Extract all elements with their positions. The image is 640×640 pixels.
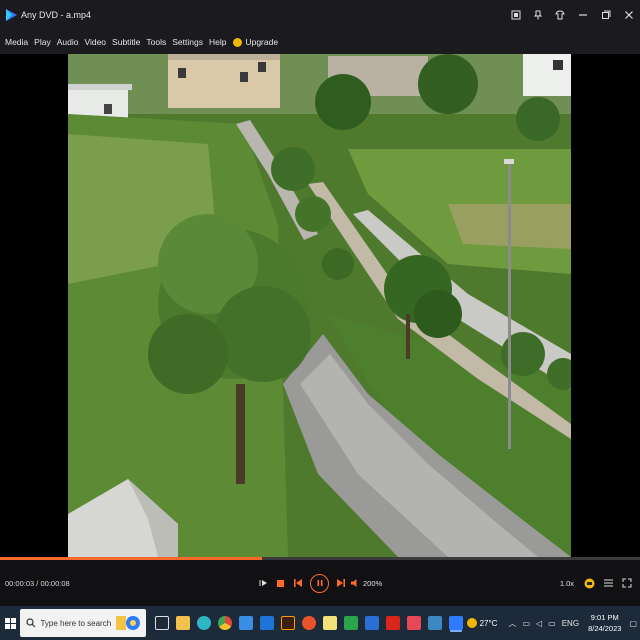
weather-widget[interactable]: 27°C xyxy=(466,618,498,628)
title-bar: Any DVD - a.mp4 xyxy=(0,0,640,30)
stop-icon[interactable] xyxy=(276,573,285,593)
clock[interactable]: 9:01 PM 8/24/2023 xyxy=(588,612,621,634)
upgrade-icon xyxy=(233,37,243,47)
chrome-icon[interactable] xyxy=(218,616,233,630)
frame-step-icon[interactable] xyxy=(258,573,268,593)
menu-tools[interactable]: Tools xyxy=(143,37,169,47)
current-time: 00:00:03 xyxy=(5,578,35,588)
menu-bar: Media Play Audio Video Subtitle Tools Se… xyxy=(0,30,640,54)
pin-icon[interactable] xyxy=(527,0,549,30)
playback-speed[interactable]: 1.0x xyxy=(560,579,574,588)
language-indicator[interactable]: ENG xyxy=(562,619,579,628)
upgrade-button[interactable]: Upgrade xyxy=(229,37,281,47)
file-explorer-icon[interactable] xyxy=(176,616,191,630)
maximize-icon[interactable] xyxy=(594,0,617,30)
taskbar-search[interactable]: Type here to search xyxy=(20,609,146,637)
player-controls: 00:00:03 / 00:00:08 200% 1.0x xyxy=(0,560,640,606)
menu-media[interactable]: Media xyxy=(2,37,31,47)
mail-icon[interactable] xyxy=(260,616,275,630)
green-app-icon[interactable] xyxy=(344,616,359,630)
time-separator: / xyxy=(36,578,39,588)
photos-icon[interactable] xyxy=(428,616,443,630)
chevron-up-icon[interactable]: ︿ xyxy=(508,618,516,629)
menu-play[interactable]: Play xyxy=(31,37,54,47)
close-icon[interactable] xyxy=(617,0,640,30)
menu-help[interactable]: Help xyxy=(206,37,229,47)
windows-icon xyxy=(4,617,16,629)
maps-icon[interactable] xyxy=(407,616,422,630)
screenshot-icon[interactable] xyxy=(505,0,527,30)
menu-video[interactable]: Video xyxy=(81,37,109,47)
search-icon xyxy=(26,618,36,628)
title-actions xyxy=(505,0,640,30)
play-pause-button[interactable] xyxy=(310,573,329,593)
notifications-icon[interactable]: ▢ xyxy=(629,619,637,628)
volume-tray-icon[interactable]: ◁ xyxy=(536,619,542,628)
taskbar: Type here to search 27°C ︿ ▭ ◁ ▭ ENG 9:0… xyxy=(0,606,640,640)
playlist-icon[interactable] xyxy=(603,573,614,593)
right-controls: 1.0x xyxy=(560,560,636,606)
previous-icon[interactable] xyxy=(293,573,303,593)
clock-date: 8/24/2023 xyxy=(588,624,622,633)
clock-time: 9:01 PM xyxy=(590,613,619,622)
menu-subtitle[interactable]: Subtitle xyxy=(109,37,143,47)
video-area[interactable] xyxy=(0,54,640,559)
upgrade-label: Upgrade xyxy=(245,37,279,47)
search-highlight-icon xyxy=(115,616,140,630)
task-view-icon[interactable] xyxy=(155,616,170,630)
illustrator-icon[interactable] xyxy=(281,616,296,630)
pause-icon xyxy=(317,580,322,586)
weather-temp: 27°C xyxy=(479,618,498,628)
search-placeholder: Type here to search xyxy=(40,618,112,628)
volume-control[interactable]: 200% xyxy=(350,578,382,588)
app-logo-icon xyxy=(6,9,17,21)
office-icon[interactable] xyxy=(302,616,317,630)
system-tray: 27°C ︿ ▭ ◁ ▭ ENG 9:01 PM 8/24/2023 ▢ xyxy=(466,606,640,640)
notes-icon[interactable] xyxy=(323,616,338,630)
weather-icon xyxy=(466,618,477,628)
volume-icon xyxy=(351,579,357,587)
upgrade-badge-icon[interactable] xyxy=(584,573,595,593)
word-icon[interactable] xyxy=(365,616,380,630)
any-dvd-taskbar-icon[interactable] xyxy=(449,616,464,630)
menu-settings[interactable]: Settings xyxy=(169,37,206,47)
network-icon[interactable]: ▭ xyxy=(522,619,530,628)
battery-icon[interactable]: ▭ xyxy=(548,619,556,628)
fullscreen-icon[interactable] xyxy=(622,573,632,593)
video-frame xyxy=(68,54,571,557)
duration: 00:00:08 xyxy=(40,578,70,588)
window-title: Any DVD - a.mp4 xyxy=(21,10,92,20)
menu-audio[interactable]: Audio xyxy=(54,37,82,47)
next-icon[interactable] xyxy=(336,573,346,593)
playback-controls: 200% xyxy=(254,560,382,606)
edge-icon[interactable] xyxy=(197,616,212,630)
volume-level: 200% xyxy=(363,578,383,588)
start-button[interactable] xyxy=(0,606,20,640)
time-display: 00:00:03 / 00:00:08 xyxy=(5,578,70,588)
skin-icon[interactable] xyxy=(549,0,571,30)
acrobat-icon[interactable] xyxy=(386,616,401,630)
pinned-apps xyxy=(152,616,467,630)
minimize-icon[interactable] xyxy=(571,0,594,30)
store-icon[interactable] xyxy=(239,616,254,630)
